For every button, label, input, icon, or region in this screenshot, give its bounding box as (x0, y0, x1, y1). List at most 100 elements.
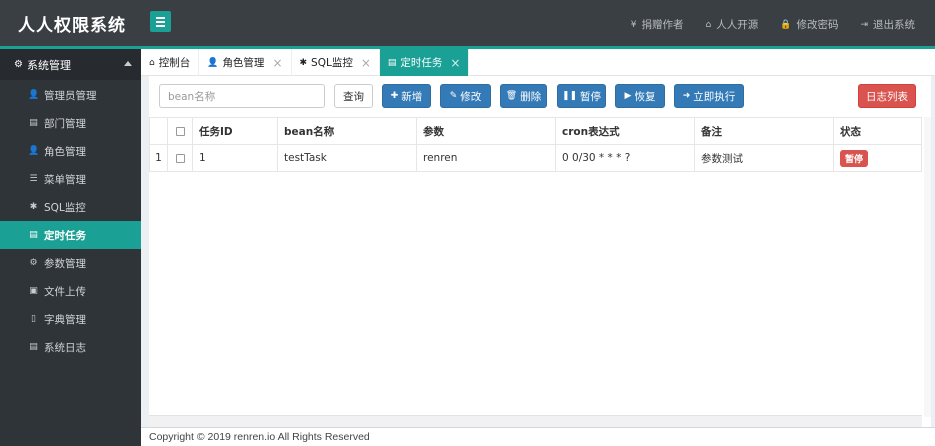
tab-sql[interactable]: ✱ SQL监控 × (292, 49, 380, 76)
tab-label: 控制台 (158, 57, 191, 69)
menu-toggle-button[interactable] (150, 11, 171, 32)
sidebar-item-oss[interactable]: ▣ 文件上传 (0, 277, 141, 305)
column-header[interactable]: cron表达式 (555, 117, 695, 145)
sign-out-icon: ⇥ (860, 19, 868, 30)
image-icon: ▣ (29, 286, 38, 296)
user-secret-icon: 👤 (207, 57, 219, 68)
cell-job-id: 1 (192, 144, 278, 172)
schedule-panel: bean名称 查询 ✚ 新增 ✎ 修改 🗑 删除 ❚❚ 暂停 ▶ 恢复 ➜ 立即执行 日志列… (149, 76, 931, 427)
bean-name-search-input[interactable]: bean名称 (159, 84, 325, 108)
tab-label: 定时任务 (400, 57, 443, 69)
trash-icon: 🗑 (505, 91, 518, 101)
column-header[interactable]: 状态 (833, 117, 922, 145)
bug-icon: ✱ (29, 202, 38, 212)
open-source-label: 人人开源 (716, 19, 759, 31)
donate-link[interactable]: ¥ 捐赠作者 (631, 17, 684, 32)
tab-console[interactable]: ⌂ 控制台 (141, 49, 200, 76)
sidebar-item-dict[interactable]: ▯ 字典管理 (0, 305, 141, 333)
edit-icon: ✎ (449, 91, 458, 101)
run-now-button[interactable]: ➜ 立即执行 (674, 84, 744, 108)
close-icon[interactable]: × (361, 56, 371, 70)
sidebar-item-dept[interactable]: ▤ 部门管理 (0, 109, 141, 137)
delete-button[interactable]: 🗑 删除 (500, 84, 547, 108)
sidebar-group-system[interactable]: ⚙ 系统管理 (0, 49, 141, 80)
select-all-cell (167, 117, 193, 145)
row-select-cell (167, 144, 193, 172)
list-icon: ☰ (29, 174, 38, 184)
change-password-label: 修改密码 (796, 19, 839, 31)
table-row[interactable]: 1 1 testTask renren 0 0/30 * * * ? 参数测试 … (149, 144, 922, 172)
tab-schedule[interactable]: ▤ 定时任务 × (379, 49, 470, 76)
tasks-icon: ▤ (29, 230, 38, 240)
rownum-header (149, 117, 168, 145)
vertical-scrollbar[interactable] (924, 117, 931, 417)
sidebar-item-label: SQL监控 (44, 201, 86, 214)
row-number: 1 (149, 144, 168, 172)
app-title: 人人权限系统 (18, 16, 126, 36)
row-checkbox[interactable] (175, 153, 185, 163)
footer: Copyright © 2019 renren.io All Rights Re… (141, 427, 935, 446)
pause-button[interactable]: ❚❚ 暂停 (557, 84, 606, 108)
open-source-link[interactable]: ⌂ 人人开源 (706, 17, 759, 32)
change-password-link[interactable]: 🔒 修改密码 (780, 17, 838, 32)
user-secret-icon: 👤 (28, 146, 40, 156)
sidebar-item-label: 角色管理 (44, 145, 86, 158)
column-header[interactable]: 参数 (416, 117, 556, 145)
copyright-text: Copyright © 2019 renren.io All Rights Re… (149, 431, 370, 443)
sidebar-group-label: 系统管理 (26, 58, 71, 72)
logout-label: 退出系统 (873, 19, 915, 31)
tasks-icon: ▤ (387, 57, 397, 68)
file-text-icon: ▤ (29, 342, 38, 352)
sidebar: ⚙ 系统管理 👤 管理员管理 ▤ 部门管理 👤 角色管理 ☰ 菜单管理 ✱ SQL监控 ▤… (0, 46, 141, 446)
sidebar-item-role[interactable]: 👤 角色管理 (0, 137, 141, 165)
add-button[interactable]: ✚ 新增 (382, 84, 431, 108)
yen-icon: ¥ (630, 19, 637, 30)
close-icon[interactable]: × (450, 56, 460, 70)
resume-button[interactable]: ▶ 恢复 (615, 84, 665, 108)
table-header-row: 任务ID bean名称 参数 cron表达式 备注 状态 (149, 117, 922, 145)
sidebar-item-label: 部门管理 (44, 117, 86, 130)
sidebar-item-label: 文件上传 (44, 285, 86, 298)
sidebar-item-schedule[interactable]: ▤ 定时任务 (0, 221, 141, 249)
tab-role[interactable]: 👤 角色管理 × (199, 49, 292, 76)
column-header[interactable]: 任务ID (192, 117, 278, 145)
sidebar-item-sql[interactable]: ✱ SQL监控 (0, 193, 141, 221)
home-icon: ⌂ (149, 57, 155, 68)
query-button[interactable]: 查询 (334, 84, 373, 108)
close-icon[interactable]: × (272, 56, 282, 70)
sidebar-item-admin[interactable]: 👤 管理员管理 (0, 81, 141, 109)
status-badge: 暂停 (840, 149, 869, 167)
bookmark-icon: ▯ (31, 314, 36, 324)
sidebar-item-log[interactable]: ▤ 系统日志 (0, 333, 141, 361)
logout-link[interactable]: ⇥ 退出系统 (860, 17, 915, 32)
cell-bean-name: testTask (277, 144, 417, 172)
column-header[interactable]: bean名称 (277, 117, 417, 145)
caret-up-icon (124, 61, 132, 66)
cell-status: 暂停 (833, 144, 922, 172)
sidebar-item-config[interactable]: ⚙ 参数管理 (0, 249, 141, 277)
cog-icon: ⚙ (29, 258, 38, 268)
select-all-checkbox[interactable] (175, 126, 185, 136)
edit-button[interactable]: ✎ 修改 (440, 84, 491, 108)
cell-remark: 参数测试 (694, 144, 834, 172)
sidebar-item-label: 定时任务 (44, 229, 86, 242)
header-nav: ¥ 捐赠作者 ⌂ 人人开源 🔒 修改密码 ⇥ 退出系统 (631, 17, 915, 32)
pause-icon: ❚❚ (561, 91, 578, 101)
cell-cron: 0 0/30 * * * ? (555, 144, 695, 172)
sidebar-item-label: 菜单管理 (44, 173, 86, 186)
home-icon: ⌂ (705, 19, 712, 30)
horizontal-scrollbar[interactable] (149, 415, 922, 427)
file-icon: ▤ (29, 118, 38, 128)
job-table: 任务ID bean名称 参数 cron表达式 备注 状态 1 1 testTas… (149, 117, 922, 172)
top-header: 人人权限系统 ¥ 捐赠作者 ⌂ 人人开源 🔒 修改密码 ⇥ 退出系统 (0, 0, 935, 46)
bug-icon: ✱ (299, 57, 308, 68)
sidebar-item-menu[interactable]: ☰ 菜单管理 (0, 165, 141, 193)
user-icon: 👤 (28, 90, 40, 100)
plus-icon: ✚ (390, 91, 399, 101)
hamburger-icon (156, 16, 165, 19)
main-content: bean名称 查询 ✚ 新增 ✎ 修改 🗑 删除 ❚❚ 暂停 ▶ 恢复 ➜ 立即执行 日志列… (141, 76, 935, 427)
sidebar-item-label: 管理员管理 (44, 89, 97, 102)
sidebar-item-label: 参数管理 (44, 257, 86, 270)
log-list-button[interactable]: 日志列表 (858, 84, 916, 108)
column-header[interactable]: 备注 (694, 117, 834, 145)
